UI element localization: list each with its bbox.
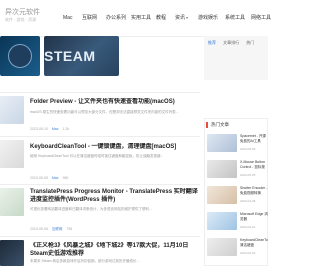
post-thumbnail[interactable] [0,188,24,216]
hot-item-thumbnail[interactable] [207,212,237,230]
hot-item-title[interactable]: Shutter Encoder - 免费视频转换 [240,186,268,196]
sidebar-tab-hot[interactable]: 热门 [246,40,254,45]
post-title[interactable]: TranslatePress Progress Monitor - Transl… [30,188,200,204]
post-title[interactable]: Folder Preview - 让文件夹也有快速查看功能(macOS) [30,98,200,106]
site-tagline: 软件 · 游戏 · 资源 [5,17,37,22]
post-category[interactable]: Mac [52,176,59,180]
hero-banner-text: STEAM [44,48,96,64]
hot-item-date: 2023-05-05 [240,173,256,177]
steam-logo-icon [8,44,32,68]
hot-articles-heading: 热门文章 [211,122,229,127]
nav-item-tools[interactable]: 实用工具 [131,14,151,22]
hot-item-date: 2023-04-28 [240,199,256,203]
hot-item-title[interactable]: Microsoft Edge 浏览器 [240,212,268,222]
sidebar-tab-recommend[interactable]: 推荐 [208,40,216,45]
post-excerpt: macOS 原生的快速查看功能可以预览大部分文件，但是却无法直接预览文件夹内部的… [30,110,179,114]
hot-item-thumbnail[interactable] [207,186,237,204]
post-divider [0,92,200,93]
chevron-down-icon: ▾ [186,15,189,20]
post-meta: 2023-05-10 Mac 1.2k [30,127,72,132]
post-views: 1.2k [62,127,70,131]
nav-item-mac[interactable]: Mac [63,14,72,22]
post-views: 980 [62,176,69,180]
post-title[interactable]: KeyboardCleanTool - 一键锁键盘，清理键盘[macOS] [30,143,200,151]
post-divider [0,136,200,137]
nav-item-news[interactable]: 资讯▾ [175,14,188,22]
post-date: 2023-05-06 [30,227,48,231]
post-category[interactable]: 互联网 [52,227,63,231]
post-thumbnail[interactable] [0,96,24,124]
hot-item-date: 2023-04-20 [240,251,256,255]
hot-item-title[interactable]: Spacemet - 开源免费的AI工具(macOS) [240,134,268,144]
post-date: 2023-05-08 [30,176,48,180]
hot-item-date: 2023-04-21 [240,225,256,229]
post-meta: 2023-05-08 Mac 980 [30,176,71,181]
hot-item-thumbnail[interactable] [207,160,237,178]
post-divider [0,184,200,185]
nav-item-system[interactable]: 系统工具 [225,14,245,22]
sidebar-tab-ranking[interactable]: 文章排行 [223,40,239,45]
post-meta: 2023-05-06 互联网 756 [30,227,75,232]
post-title[interactable]: 《正义枪3》《风暴之城》《地下城2》等17款大促，11月10日Steam史低游戏… [30,242,200,258]
hot-item-date: 2023-05-09 [240,147,256,151]
hot-item-title[interactable]: KeyboardCleanTool 清洁键盘 [240,238,268,248]
hot-item-title[interactable]: X-Mouse Button Control - 鼠标按键自定义 [240,160,268,170]
hero-banner-2[interactable]: STEAM [44,36,119,76]
post-thumbnail[interactable] [0,140,24,168]
nav-item-news-label: 资讯 [175,15,186,21]
sidebar-tabs: 推荐 文章排行 热门 [208,40,260,46]
nav-item-internet[interactable]: 互联网 [82,14,97,22]
hot-item-thumbnail[interactable] [207,134,237,152]
post-excerpt: 可视化查看网站翻译进度和已翻译词条统计，为多语言网站的维护提供了便利... [30,207,152,211]
hot-item-thumbnail[interactable] [207,238,237,256]
post-views: 756 [66,227,73,231]
top-navbar: 异次元软件 软件 · 游戏 · 资源 Mac 互联网 办公系列 实用工具 教程 … [0,0,271,37]
post-date: 2023-05-10 [30,127,48,131]
post-excerpt: 本周末 Steam 商店多款游戏开启折扣促销，部分游戏达到历史最低价... [30,259,140,263]
nav-item-games[interactable]: 游戏娱乐 [198,14,218,22]
post-divider [0,236,200,237]
site-name: 异次元软件 [5,9,40,16]
nav-item-network[interactable]: 网络工具 [251,14,271,22]
hot-marker [206,122,208,128]
hero-banner-1[interactable] [0,36,40,76]
post-category[interactable]: Mac [52,127,59,131]
site-logo[interactable]: 异次元软件 软件 · 游戏 · 资源 [5,9,45,23]
nav-item-office[interactable]: 办公系列 [106,14,126,22]
post-excerpt: 使用 KeyboardCleanTool 可以在清洁键盘时临时锁住键盘和触控板，… [30,154,164,158]
nav-item-tutorial[interactable]: 教程 [156,14,166,22]
post-thumbnail[interactable] [0,240,24,266]
